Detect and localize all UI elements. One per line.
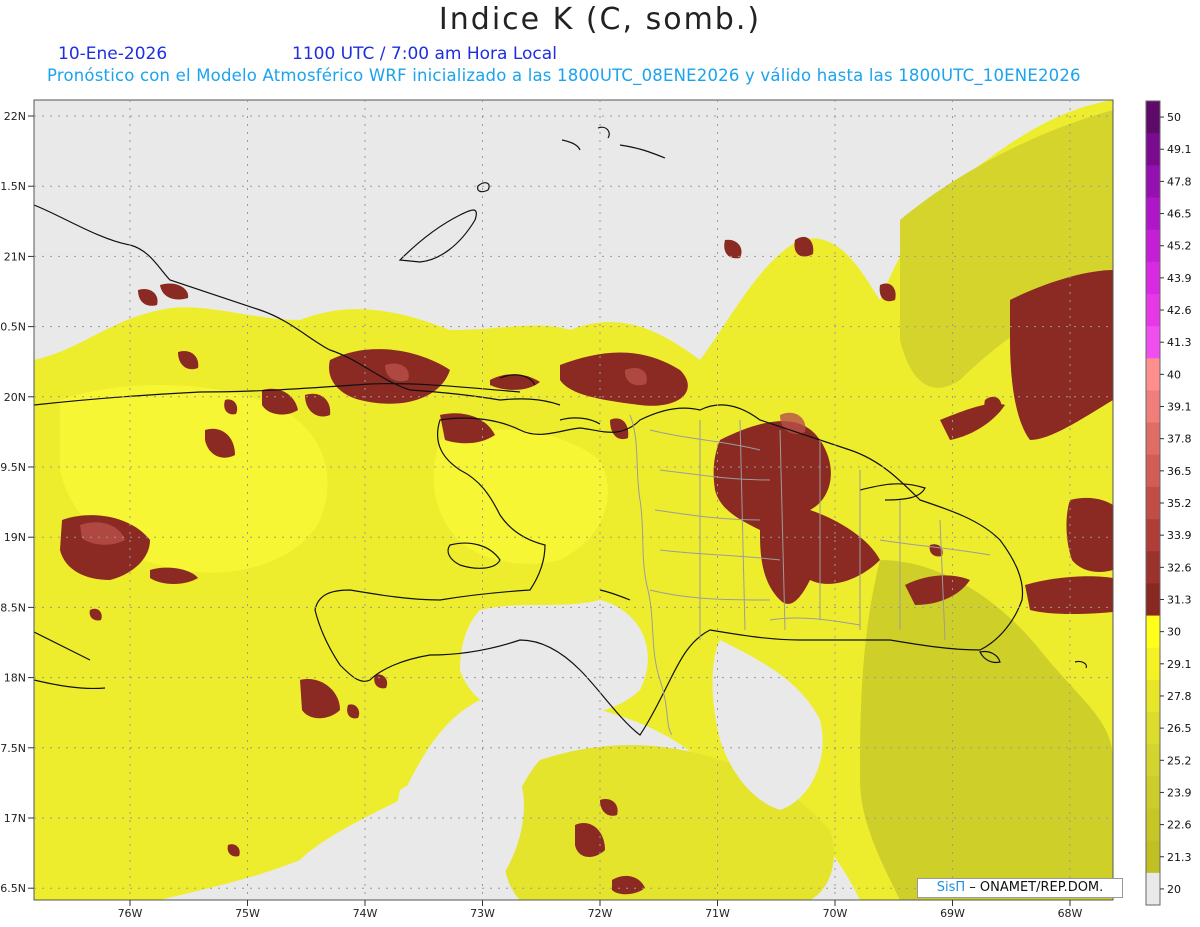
colorbar-label: 40 bbox=[1167, 368, 1181, 381]
colorbar-label: 42.6 bbox=[1167, 304, 1192, 317]
colorbar-swatch bbox=[1146, 872, 1160, 906]
lat-label: 22N bbox=[4, 110, 26, 123]
lat-label: 9.5N bbox=[0, 461, 26, 474]
lon-label: 72W bbox=[588, 907, 613, 920]
colorbar-swatch bbox=[1146, 197, 1160, 231]
lat-label: 8.5N bbox=[0, 601, 26, 614]
colorbar-label: 50 bbox=[1167, 111, 1181, 124]
colorbar-swatch bbox=[1146, 390, 1160, 424]
colorbar-label: 31.3 bbox=[1167, 593, 1192, 606]
colorbar-label: 47.8 bbox=[1167, 175, 1192, 188]
colorbar-label: 45.2 bbox=[1167, 240, 1192, 253]
latitude-labels: 22N 1.5N 21N 0.5N 20N 9.5N 19N 8.5N 18N 7.5N 17N 6.… bbox=[0, 110, 34, 895]
dry-gap-1 bbox=[460, 600, 648, 720]
colorbar-swatch bbox=[1146, 133, 1160, 166]
colorbar-label: 29.1 bbox=[1167, 658, 1192, 671]
colorbar-swatch bbox=[1146, 293, 1160, 327]
k-high-patch bbox=[1025, 576, 1113, 615]
colorbar-label: 35.2 bbox=[1167, 497, 1192, 510]
colorbar-swatch bbox=[1146, 229, 1160, 263]
credit-sis: SisΠ bbox=[936, 880, 966, 895]
colorbar-swatch bbox=[1146, 486, 1160, 520]
colorbar-label: 20 bbox=[1167, 883, 1181, 896]
colorbar-swatch bbox=[1146, 326, 1160, 359]
colorbar-swatch bbox=[1146, 840, 1160, 874]
lat-label: 17N bbox=[4, 812, 26, 825]
lat-label: 21N bbox=[4, 250, 26, 263]
colorbar-swatch bbox=[1146, 261, 1160, 295]
colorbar-label: 26.5 bbox=[1167, 722, 1192, 735]
colorbar-swatch bbox=[1146, 519, 1160, 552]
colorbar-swatch bbox=[1146, 422, 1160, 456]
colorbar-label: 30 bbox=[1167, 626, 1181, 639]
colorbar-swatch bbox=[1146, 551, 1160, 584]
lon-label: 75W bbox=[235, 907, 260, 920]
colorbar-swatch bbox=[1146, 454, 1160, 488]
lat-label: 19N bbox=[4, 531, 26, 544]
colorbar-swatch bbox=[1146, 679, 1160, 713]
colorbar-label: 32.6 bbox=[1167, 561, 1192, 574]
colorbar-swatch bbox=[1146, 647, 1160, 681]
credit-box: SisΠ – ONAMET/REP.DOM. bbox=[917, 878, 1123, 898]
colorbar-swatch bbox=[1146, 808, 1160, 842]
colorbar-label: 43.9 bbox=[1167, 272, 1192, 285]
colorbar-swatch bbox=[1146, 712, 1160, 745]
lat-label: 20N bbox=[4, 391, 26, 404]
lat-label: 7.5N bbox=[0, 742, 26, 755]
k-index-shading bbox=[34, 100, 1113, 900]
colorbar-label: 49.1 bbox=[1167, 143, 1192, 156]
lon-label: 70W bbox=[823, 907, 848, 920]
colorbar-swatch bbox=[1146, 744, 1160, 777]
colorbar: 50 49.1 47.8 46.5 45.2 43.9 42.6 41.3 40 39.1 37.8… bbox=[1145, 100, 1192, 906]
colorbar-label: 41.3 bbox=[1167, 336, 1192, 349]
lon-label: 68W bbox=[1058, 907, 1083, 920]
colorbar-label: 25.2 bbox=[1167, 754, 1192, 767]
colorbar-swatch bbox=[1146, 583, 1160, 617]
lat-label: 0.5N bbox=[0, 321, 26, 334]
lat-label: 6.5N bbox=[0, 882, 26, 895]
colorbar-label: 22.6 bbox=[1167, 819, 1192, 832]
lat-label: 1.5N bbox=[0, 180, 26, 193]
colorbar-swatch bbox=[1146, 101, 1160, 134]
longitude-labels: 76W 75W 74W 73W 72W 71W 70W 69W 68W bbox=[118, 900, 1083, 920]
colorbar-label: 39.1 bbox=[1167, 401, 1192, 414]
colorbar-label: 33.9 bbox=[1167, 529, 1192, 542]
colorbar-label: 46.5 bbox=[1167, 208, 1192, 221]
colorbar-label: 21.3 bbox=[1167, 851, 1192, 864]
colorbar-label: 23.9 bbox=[1167, 786, 1192, 799]
lon-label: 74W bbox=[353, 907, 378, 920]
k-high-patch bbox=[1066, 497, 1113, 572]
lon-label: 76W bbox=[118, 907, 143, 920]
lat-label: 18N bbox=[4, 672, 26, 685]
colorbar-swatch bbox=[1146, 165, 1160, 198]
colorbar-swatch bbox=[1146, 358, 1160, 391]
lon-label: 71W bbox=[705, 907, 730, 920]
colorbar-label: 27.8 bbox=[1167, 690, 1192, 703]
credit-text: – ONAMET/REP.DOM. bbox=[969, 880, 1104, 895]
k-index-map: 22N 1.5N 21N 0.5N 20N 9.5N 19N 8.5N 18N 7.5N 17N 6.… bbox=[0, 99, 1192, 920]
lon-label: 69W bbox=[940, 907, 965, 920]
colorbar-swatch bbox=[1146, 615, 1160, 649]
colorbar-label: 37.8 bbox=[1167, 433, 1192, 446]
colorbar-label: 36.5 bbox=[1167, 465, 1192, 478]
lon-label: 73W bbox=[470, 907, 495, 920]
colorbar-swatch bbox=[1146, 776, 1160, 810]
